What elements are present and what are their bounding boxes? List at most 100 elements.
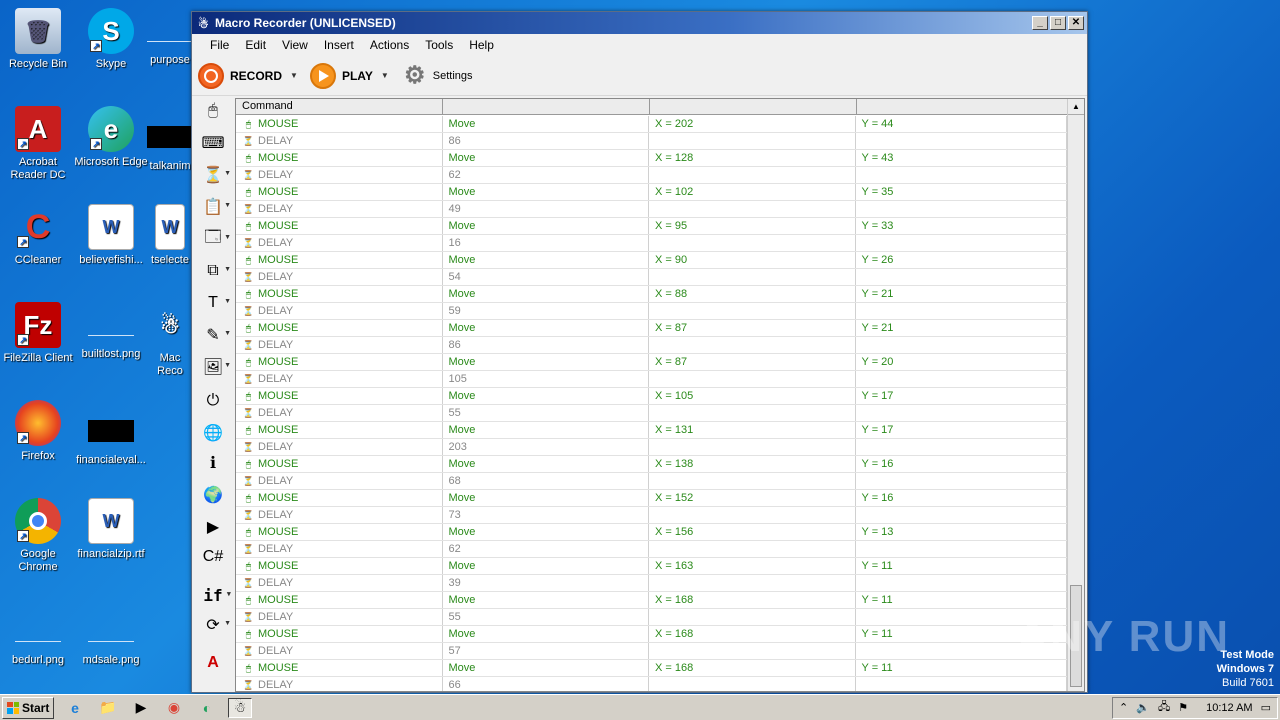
info-icon[interactable]: ℹ [199,450,227,476]
desktop-icon-bedurl[interactable]: bedurl.png [0,608,76,667]
record-button[interactable]: RECORD ▼ [198,62,298,89]
table-row[interactable]: ⏳ DELAY 55 [236,405,1067,422]
table-row[interactable]: ⏳ DELAY 203 [236,439,1067,456]
record-dropdown-icon[interactable]: ▼ [290,71,298,80]
table-row[interactable]: 🖱 MOUSE Move X = 128 Y = 43 [236,150,1067,167]
desktop-icon-financialeval[interactable]: financialeval... [73,400,149,467]
desktop-icon-chrome[interactable]: ↗ Google Chrome [0,498,76,574]
play-dropdown-icon[interactable]: ▼ [381,71,389,80]
table-row[interactable]: ⏳ DELAY 86 [236,337,1067,354]
vertical-scrollbar[interactable]: ▲ [1067,99,1084,691]
mouse-icon[interactable]: 🖱 [199,98,227,124]
image-icon[interactable]: 🖼 ▼ [199,354,231,380]
action-center-flag-icon[interactable]: ⚑ [1178,701,1188,714]
table-row[interactable]: 🖱 MOUSE Move X = 152 Y = 16 [236,490,1067,507]
media-player-icon[interactable]: ▶ [129,698,153,718]
table-row[interactable]: ⏳ DELAY 55 [236,609,1067,626]
desktop-icon-builtlost[interactable]: builtlost.png [73,302,149,361]
table-row[interactable]: 🖱 MOUSE Move X = 202 Y = 44 [236,116,1067,133]
repeat-icon[interactable]: ⟳ ▼ [199,612,231,638]
window-icon[interactable]: 🗔 ▼ [199,226,231,252]
globe-icon[interactable]: 🌍 [199,482,227,508]
volume-icon[interactable]: 🔈 [1136,701,1150,714]
table-row[interactable]: ⏳ DELAY 39 [236,575,1067,592]
desktop-icon-mdsale[interactable]: mdsale.png [73,608,149,667]
web-icon[interactable]: 🌐 [199,420,227,446]
keyboard-icon[interactable]: ⌨ [199,130,227,156]
table-row[interactable]: ⏳ DELAY 54 [236,269,1067,286]
text-icon[interactable]: T ▼ [199,290,231,316]
table-row[interactable]: 🖱 MOUSE Move X = 87 Y = 20 [236,354,1067,371]
desktop-icon-ccleaner[interactable]: C ↗ CCleaner [0,204,76,267]
edge-taskbar-icon[interactable]: ◐ [195,698,219,718]
table-row[interactable]: 🖱 MOUSE Move X = 90 Y = 26 [236,252,1067,269]
menu-actions[interactable]: Actions [362,38,417,52]
play-button[interactable]: PLAY ▼ [309,62,389,89]
chrome-taskbar-icon[interactable]: ◉ [162,698,186,718]
macro-recorder-taskbar-icon[interactable]: ☃ [228,697,252,718]
table-row[interactable]: 🖱 MOUSE Move X = 168 Y = 11 [236,626,1067,643]
table-row[interactable]: 🖱 MOUSE Move X = 102 Y = 35 [236,184,1067,201]
table-row[interactable]: ⏳ DELAY 62 [236,541,1067,558]
table-row[interactable]: 🖱 MOUSE Move X = 168 Y = 11 [236,592,1067,609]
menu-tools[interactable]: Tools [417,38,461,52]
internet-explorer-icon[interactable]: e [63,698,87,718]
column-header-2[interactable] [443,99,650,114]
table-row[interactable]: ⏳ DELAY 86 [236,133,1067,150]
column-header-4[interactable] [857,99,1069,114]
settings-button[interactable]: ⚙ Settings [401,62,473,90]
table-row[interactable]: ⏳ DELAY 16 [236,235,1067,252]
eyedropper-icon[interactable]: ✎ ▼ [199,322,231,348]
desktop-icon-acrobat[interactable]: A ↗ Acrobat Reader DC [0,106,76,182]
clock[interactable]: 10:12 AM [1206,702,1252,714]
table-row[interactable]: ⏳ DELAY 49 [236,201,1067,218]
table-row[interactable]: 🖱 MOUSE Move X = 105 Y = 17 [236,388,1067,405]
table-row[interactable]: 🖱 MOUSE Move X = 87 Y = 21 [236,320,1067,337]
desktop-icon-financialzip[interactable]: W financialzip.rtf [73,498,149,561]
desktop-icon-macro-recorder[interactable]: ☃ Mac Reco [150,302,190,378]
table-row[interactable]: 🖱 MOUSE Move X = 168 Y = 11 [236,660,1067,677]
stop-icon[interactable]: ⏻ [199,388,227,414]
table-row[interactable]: 🖱 MOUSE Move X = 138 Y = 16 [236,456,1067,473]
table-row[interactable]: 🖱 MOUSE Move X = 131 Y = 17 [236,422,1067,439]
table-row[interactable]: 🖱 MOUSE Move X = 163 Y = 11 [236,558,1067,575]
table-row[interactable]: ⏳ DELAY 68 [236,473,1067,490]
menu-insert[interactable]: Insert [316,38,362,52]
menu-view[interactable]: View [274,38,316,52]
desktop-icon-skype[interactable]: S ↗ Skype [73,8,149,71]
maximize-button[interactable]: □ [1050,16,1066,30]
desktop-icon-edge[interactable]: e ↗ Microsoft Edge [73,106,149,169]
table-row[interactable]: ⏳ DELAY 57 [236,643,1067,660]
menu-edit[interactable]: Edit [237,38,274,52]
csharp-icon[interactable]: C# [199,544,227,570]
close-button[interactable]: ✕ [1068,16,1084,30]
play-macro-icon[interactable]: ▶ [199,514,227,540]
desktop-icon-firefox[interactable]: ↗ Firefox [0,400,76,463]
clipboard-icon[interactable]: 📋 ▼ [199,194,231,220]
table-row[interactable]: 🖱 MOUSE Move X = 95 Y = 33 [236,218,1067,235]
menu-help[interactable]: Help [461,38,502,52]
tray-expand-icon[interactable]: ⌃ [1119,701,1128,714]
table-row[interactable]: 🖱 MOUSE Move X = 88 Y = 21 [236,286,1067,303]
show-desktop-icon[interactable]: ▭ [1261,701,1271,714]
minimize-button[interactable]: _ [1032,16,1048,30]
file-explorer-icon[interactable]: 📁 [96,698,120,718]
column-header-3[interactable] [650,99,857,114]
desktop-icon-believefishi[interactable]: W believefishi... [73,204,149,267]
table-row[interactable]: ⏳ DELAY 66 [236,677,1067,691]
table-row[interactable]: ⏳ DELAY 105 [236,371,1067,388]
start-button[interactable]: Start [2,696,54,719]
text-a-icon[interactable]: A [199,650,227,676]
macro-command-grid[interactable]: Command 🖱 MOUSE Move X = 202 Y = 44 ⏳ DELAY 86 🖱… [235,98,1085,692]
table-row[interactable]: ⏳ DELAY 59 [236,303,1067,320]
table-row[interactable]: 🖱 MOUSE Move X = 156 Y = 13 [236,524,1067,541]
menu-file[interactable]: File [202,38,237,52]
scroll-up-icon[interactable]: ▲ [1068,99,1084,115]
if-icon[interactable]: if ▼ [199,582,231,608]
desktop-icon-recycle-bin[interactable]: 🗑 Recycle Bin [0,8,76,71]
desktop-icon-filezilla[interactable]: Fz ↗ FileZilla Client [0,302,76,365]
copy-icon[interactable]: ⧉ ▼ [199,258,231,284]
column-header-command[interactable]: Command [236,99,443,114]
hourglass-icon[interactable]: ⏳ ▼ [199,162,231,188]
table-row[interactable]: ⏳ DELAY 62 [236,167,1067,184]
